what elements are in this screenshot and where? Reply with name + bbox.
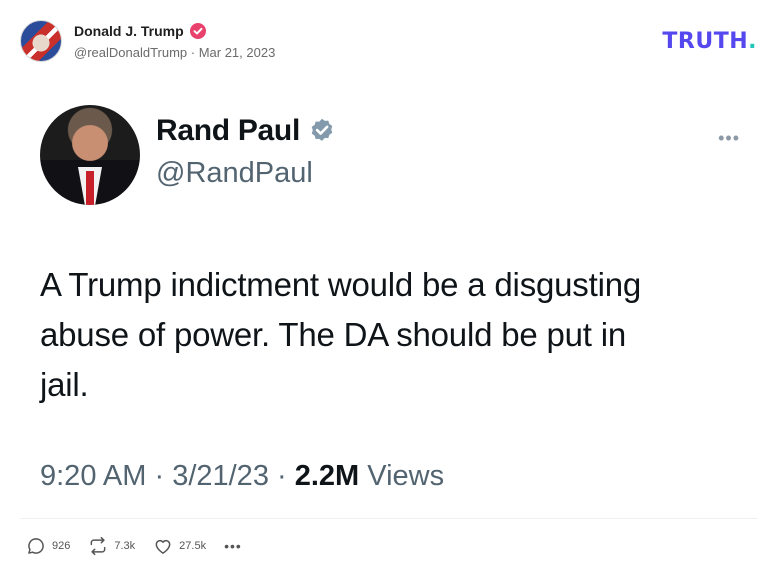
logo-text: TRUTH: [662, 29, 749, 54]
heart-icon: [155, 539, 171, 554]
like-count: 27.5k: [179, 540, 207, 552]
author-handle-date: @realDonaldTrump · Mar 21, 2023: [74, 45, 276, 60]
like-button[interactable]: 27.5k: [153, 536, 206, 556]
tweet-author-avatar: [40, 105, 140, 205]
retruth-button[interactable]: 7.3k: [88, 536, 135, 556]
reply-icon: [28, 538, 44, 554]
tweet-views-label: Views: [359, 460, 445, 492]
meta-separator: ·: [146, 460, 173, 492]
verified-badge-icon: [189, 23, 206, 39]
truth-logo: TRUTH.: [662, 29, 757, 54]
verified-badge-icon: [311, 118, 333, 141]
author-name-row: Donald J. Trump: [74, 23, 206, 39]
divider: [20, 518, 757, 519]
more-icon: •••: [224, 538, 242, 554]
post-action-bar: 926 7.3k 27.5k •••: [26, 534, 260, 558]
avatar-tie: [86, 171, 94, 205]
reply-count: 926: [52, 540, 71, 552]
retruth-icon: [90, 536, 106, 556]
tweet-time: 9:20 AM: [40, 460, 147, 492]
tweet-meta: 9:20 AM · 3/21/23 · 2.2M Views: [40, 460, 444, 493]
tweet-author-name: Rand Paul: [156, 114, 300, 147]
tweet-views-count: 2.2M: [294, 460, 360, 492]
tweet-more-icon: •••: [718, 128, 740, 148]
meta-separator: ·: [268, 460, 295, 492]
tweet-date: 3/21/23: [172, 460, 269, 492]
author-avatar[interactable]: [20, 20, 62, 62]
retruth-count: 7.3k: [114, 540, 136, 552]
tweet-author-name-row: Rand Paul: [156, 114, 336, 148]
tweet-author-handle: @RandPaul: [156, 157, 313, 189]
post-header: Donald J. Trump @realDonaldTrump · Mar 2…: [20, 20, 757, 64]
reply-button[interactable]: 926: [26, 536, 70, 556]
more-options-button[interactable]: •••: [224, 538, 242, 554]
author-name[interactable]: Donald J. Trump: [74, 23, 184, 39]
logo-dot: .: [748, 29, 757, 54]
tweet-text: A Trump indictment would be a disgusting…: [40, 266, 642, 403]
embedded-tweet: Rand Paul @RandPaul ••• A Trump indictme…: [40, 100, 740, 510]
